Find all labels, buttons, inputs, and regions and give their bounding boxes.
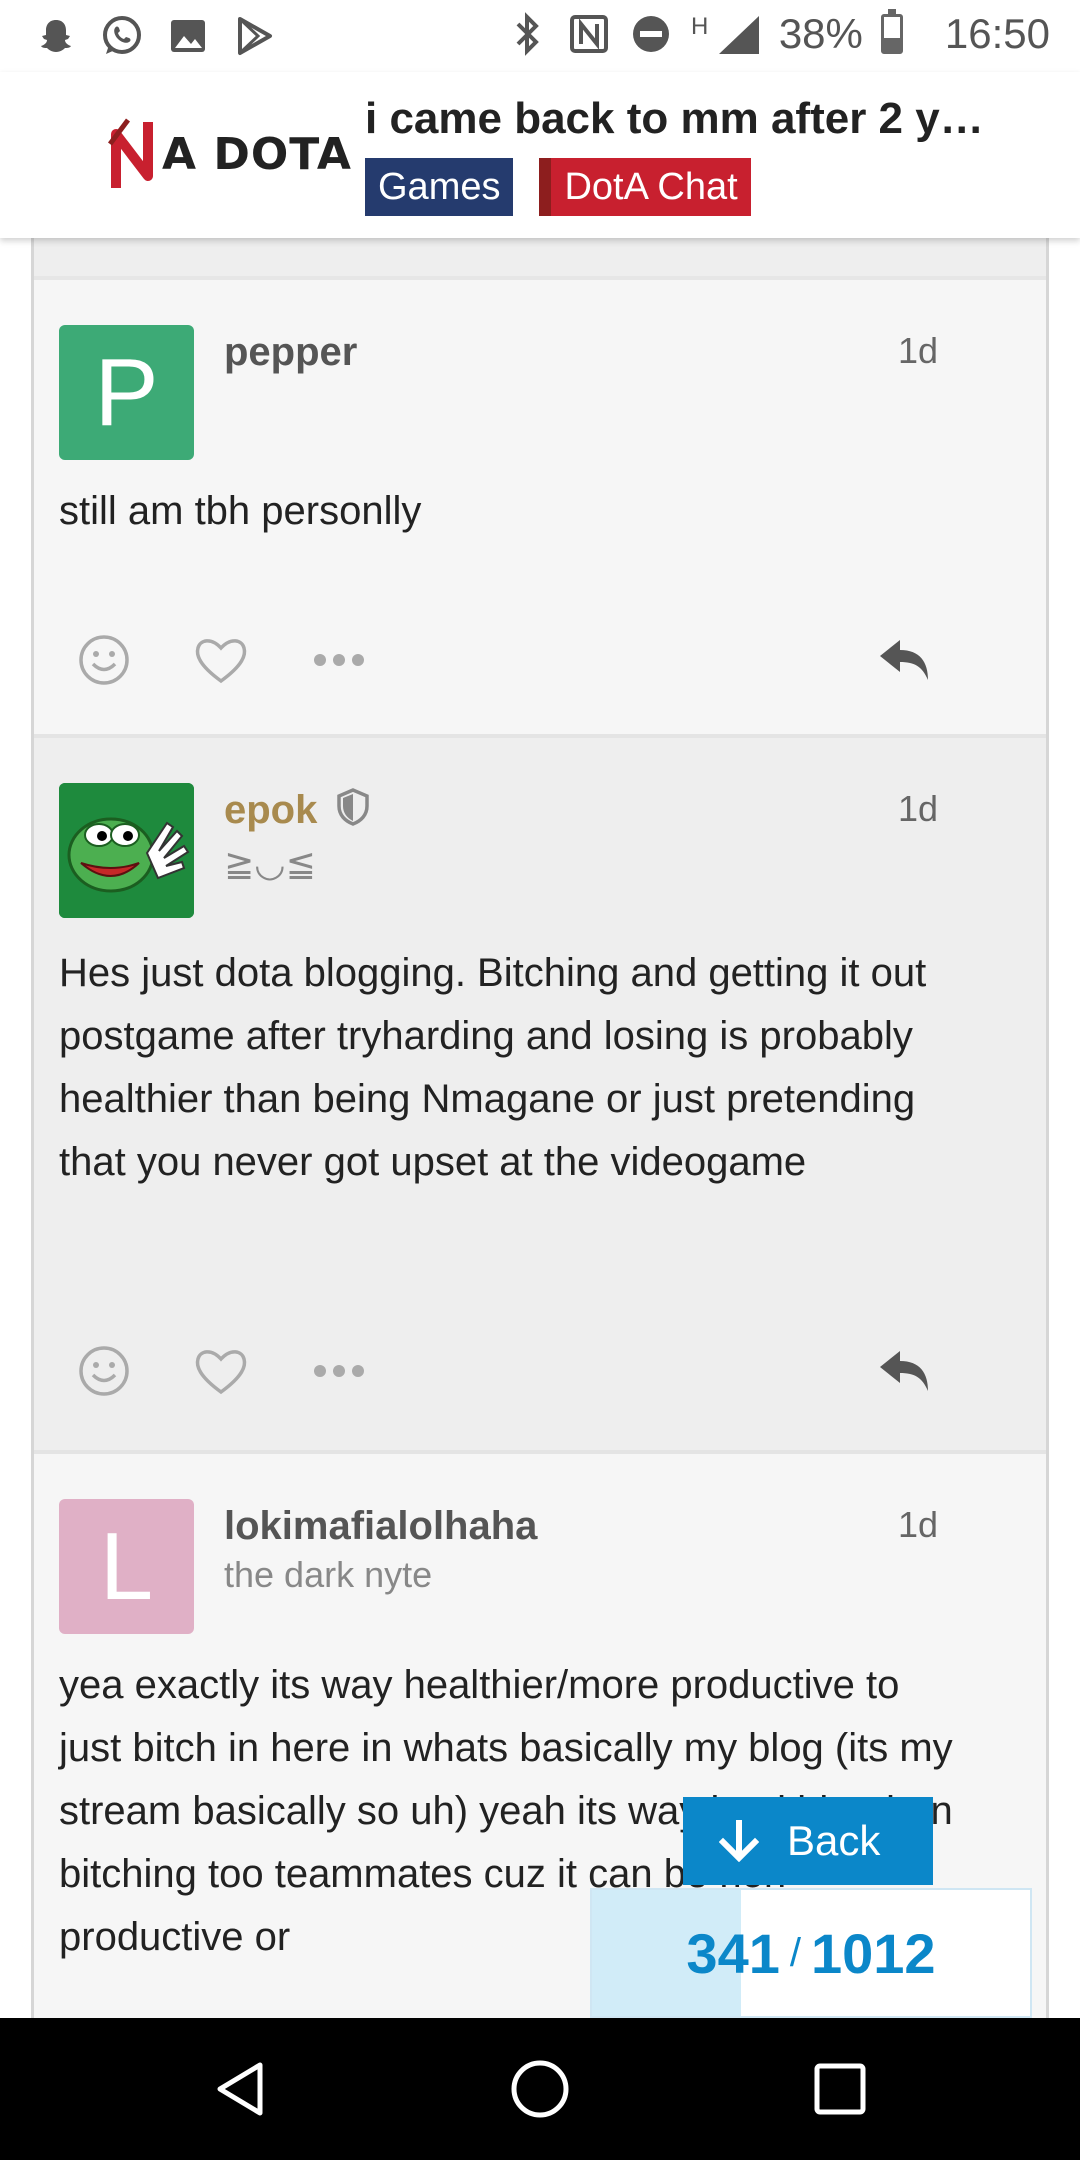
more-button[interactable] — [304, 1336, 374, 1406]
progress-current: 341 — [686, 1921, 780, 1985]
topic-header: A DOTA i came back to mm after 2 y… Game… — [0, 72, 1080, 238]
reply-icon — [880, 1351, 928, 1391]
pepe-avatar-icon — [59, 783, 194, 918]
user-title: the dark nyte — [224, 1554, 433, 1595]
bluetooth-icon — [505, 12, 549, 56]
system-nav-bar — [0, 2018, 1080, 2160]
post: P pepper 1d still am tbh personlly — [34, 280, 1046, 738]
status-bar: H 38% 16:50 — [0, 0, 1080, 72]
logo-mark-icon — [108, 118, 153, 188]
whatsapp-icon — [100, 14, 144, 58]
react-button[interactable] — [69, 1336, 139, 1406]
tag-games[interactable]: Games — [365, 158, 514, 216]
post: epok ≧◡≦ 1d Hes just dota blogging. Bitc… — [34, 738, 1046, 1454]
play-store-icon — [232, 14, 276, 58]
svg-text:H: H — [691, 13, 708, 40]
smile-icon — [79, 635, 129, 685]
post-actions — [69, 1336, 969, 1406]
avatar[interactable]: P — [59, 325, 194, 460]
triangle-back-icon — [217, 2062, 263, 2116]
reply-button[interactable] — [869, 625, 939, 695]
site-logo[interactable]: A DOTA — [108, 114, 352, 194]
username[interactable]: pepper — [224, 330, 357, 375]
nav-home-button[interactable] — [505, 2054, 575, 2124]
progress-total: 1012 — [810, 1921, 936, 1985]
like-button[interactable] — [186, 1336, 256, 1406]
progress-separator: / — [789, 1930, 801, 1975]
avatar[interactable]: L — [59, 1499, 194, 1634]
back-button[interactable]: Back — [683, 1797, 933, 1885]
user-title: ≧◡≦ — [224, 843, 316, 884]
signal-icon: H — [691, 12, 761, 56]
ellipsis-icon — [314, 1365, 364, 1377]
heart-icon — [195, 1350, 247, 1395]
topic-title[interactable]: i came back to mm after 2 y… — [365, 94, 1065, 144]
previous-post-edge — [34, 238, 1046, 280]
progress-text: 341 / 1012 — [592, 1890, 1030, 2016]
topic-progress[interactable]: 341 / 1012 — [590, 1888, 1032, 2018]
smile-icon — [79, 1346, 129, 1396]
reply-icon — [880, 640, 928, 680]
avatar-letter: L — [99, 1512, 154, 1620]
avatar[interactable] — [59, 783, 194, 918]
logo-text: A DOTA — [162, 128, 352, 180]
battery-percent: 38% — [778, 10, 863, 57]
username[interactable]: epok — [224, 788, 370, 836]
username-text: epok — [224, 788, 318, 832]
ellipsis-icon — [314, 654, 364, 666]
post-body: still am tbh personlly — [59, 489, 422, 533]
square-recents-icon — [814, 2063, 866, 2115]
post-body: Hes just dota blogging. Bitching and get… — [59, 951, 927, 1184]
gallery-icon — [166, 14, 210, 58]
nav-recents-button[interactable] — [805, 2054, 875, 2124]
nav-back-button[interactable] — [205, 2054, 275, 2124]
circle-home-icon — [511, 2060, 569, 2118]
post-stream[interactable]: P pepper 1d still am tbh personlly epok … — [31, 238, 1049, 2018]
battery-icon — [880, 9, 903, 54]
arrow-down-icon — [719, 1820, 759, 1862]
post-actions — [69, 625, 969, 695]
post-date[interactable]: 1d — [898, 1504, 938, 1546]
clock: 16:50 — [944, 10, 1050, 57]
react-button[interactable] — [69, 625, 139, 695]
system-status: H 38% 16:50 — [505, 9, 1050, 58]
notification-icons — [34, 14, 276, 58]
moderator-shield-icon — [336, 788, 370, 836]
reply-button[interactable] — [869, 1336, 939, 1406]
tag-dota-chat[interactable]: DotA Chat — [539, 158, 751, 216]
heart-icon — [195, 639, 247, 684]
do-not-disturb-icon — [629, 12, 673, 56]
more-button[interactable] — [304, 625, 374, 695]
post-date[interactable]: 1d — [898, 788, 938, 830]
nfc-icon — [567, 12, 611, 56]
like-button[interactable] — [186, 625, 256, 695]
back-label: Back — [787, 1817, 881, 1864]
snapchat-icon — [34, 14, 78, 58]
username[interactable]: lokimafialolhaha — [224, 1504, 537, 1549]
topic-tags: Games DotA Chat — [365, 158, 751, 216]
avatar-letter: P — [94, 338, 159, 446]
post-date[interactable]: 1d — [898, 330, 938, 372]
